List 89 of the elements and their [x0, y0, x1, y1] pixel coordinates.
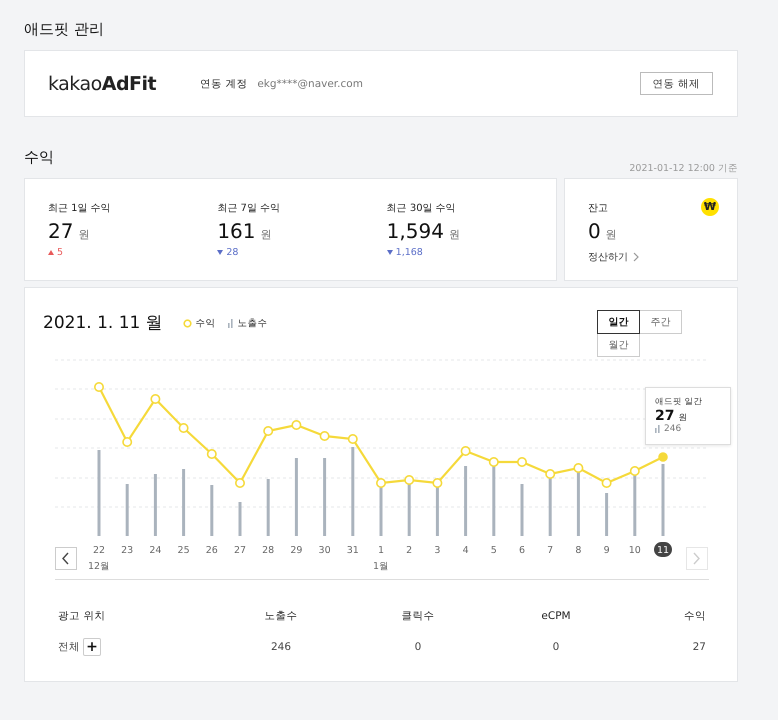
balance-value: 0 [588, 219, 601, 243]
won-coin-icon: ₩ [701, 198, 719, 216]
date-label[interactable]: 27 [234, 545, 246, 556]
legend-label: 노출수 [238, 317, 268, 330]
chevron-icon [633, 252, 639, 262]
month-label: 1월 [372, 561, 390, 572]
table-cell-text: 0 [552, 641, 560, 653]
table-cell-text: 0 [414, 641, 422, 653]
impression-bar [154, 474, 157, 536]
date-label[interactable]: 3 [434, 545, 440, 556]
unit-label: 원 [448, 227, 460, 242]
stat-change: 1,168 [396, 247, 423, 258]
date-label[interactable]: 4 [462, 545, 469, 556]
date-label[interactable]: 25 [178, 545, 190, 556]
balance-label: 잔고 [588, 202, 608, 215]
stat-change: 28 [226, 247, 238, 258]
account-label: 연동 계정 [200, 76, 248, 90]
impression-bar [380, 485, 382, 536]
impression-bar [662, 464, 664, 536]
unlink-button[interactable]: 연동 해제 [640, 72, 713, 95]
date-label[interactable]: 22 [92, 545, 106, 556]
table-cell: 전체 [58, 640, 80, 654]
stat-label: 최근 7일 수익 [217, 202, 282, 215]
circle-legend-icon [182, 319, 192, 328]
timestamp: 2021-01-12 12:00 기준 [629, 162, 738, 175]
date-label[interactable]: 11 [654, 542, 672, 557]
unit-label: 원 [678, 412, 688, 424]
table-cell-text: 246 [270, 641, 292, 653]
stat-value: 161 [217, 219, 256, 243]
chart-date: 2021. 1. 11 월 [43, 312, 163, 334]
date-label[interactable]: 31 [346, 545, 359, 556]
date-label[interactable]: 7 [547, 545, 554, 556]
impression-bar [492, 464, 496, 536]
column-header: 노출수 [264, 609, 298, 623]
date-label[interactable]: 5 [490, 545, 497, 556]
unit-label: 원 [78, 227, 90, 242]
section-title: 수익 [24, 148, 54, 167]
unit-label: 원 [260, 227, 272, 242]
date-label[interactable]: 23 [121, 545, 134, 556]
tooltip-value: 27 [655, 408, 674, 424]
date-label[interactable]: 10 [628, 545, 641, 556]
legend-label: 수익 [196, 317, 216, 330]
logo: kakaoAdFit [48, 72, 158, 94]
impression-bar [633, 474, 636, 536]
table-cell-text: 27 [692, 641, 706, 653]
date-label[interactable]: 29 [290, 545, 302, 556]
impression-bar [238, 502, 242, 536]
account-email: ekg****@naver.com [257, 78, 363, 90]
date-label[interactable]: 26 [206, 545, 218, 556]
column-header: eCPM [540, 610, 572, 622]
impression-bar [436, 485, 439, 536]
impression-bar [548, 476, 552, 536]
month-label: 12월 [88, 561, 110, 572]
impression-bar [126, 484, 129, 536]
previous-button[interactable] [55, 547, 77, 570]
bar-icon [655, 425, 661, 433]
impression-bar [210, 485, 214, 536]
impression-bar [520, 484, 524, 536]
date-label[interactable]: 2 [406, 545, 412, 556]
settle-link[interactable]: 정산하기 [588, 250, 737, 264]
date-label[interactable]: 30 [318, 545, 331, 556]
column-header: 수익 [683, 609, 706, 623]
impression-bar [266, 479, 270, 536]
tooltip-impressions: 246 [664, 424, 682, 434]
period-tab[interactable]: 월간 [597, 333, 640, 357]
bar-legend-icon [228, 319, 234, 328]
date-label[interactable]: 1 [378, 545, 384, 556]
unit-label: 원 [606, 227, 617, 242]
stat-change: 5 [57, 247, 64, 258]
column-header: 광고 위치 [58, 609, 106, 623]
stat-label: 최근 30일 수익 [386, 202, 457, 215]
impression-bar [605, 493, 608, 536]
tooltip-title: 애드핏 일간 [655, 396, 704, 408]
date-label[interactable]: 28 [262, 545, 274, 556]
section-title: 애드핏 관리 [24, 20, 105, 39]
column-header: 클릭수 [400, 609, 436, 623]
date-label[interactable]: 9 [604, 545, 610, 556]
date-label[interactable]: 6 [518, 545, 526, 556]
impression-bar [182, 469, 186, 536]
date-label[interactable]: 24 [149, 545, 162, 556]
stat-label: 최근 1일 수익 [48, 202, 112, 215]
impression-bar [464, 466, 468, 536]
impression-bar [576, 471, 580, 536]
period-tab[interactable]: 일간 [597, 310, 640, 334]
date-label[interactable]: 8 [575, 545, 582, 556]
period-tab[interactable]: 주간 [639, 310, 682, 334]
stat-value: 1,594 [386, 219, 444, 243]
expand-button[interactable]: + [83, 638, 101, 656]
stat-value: 27 [48, 219, 74, 243]
